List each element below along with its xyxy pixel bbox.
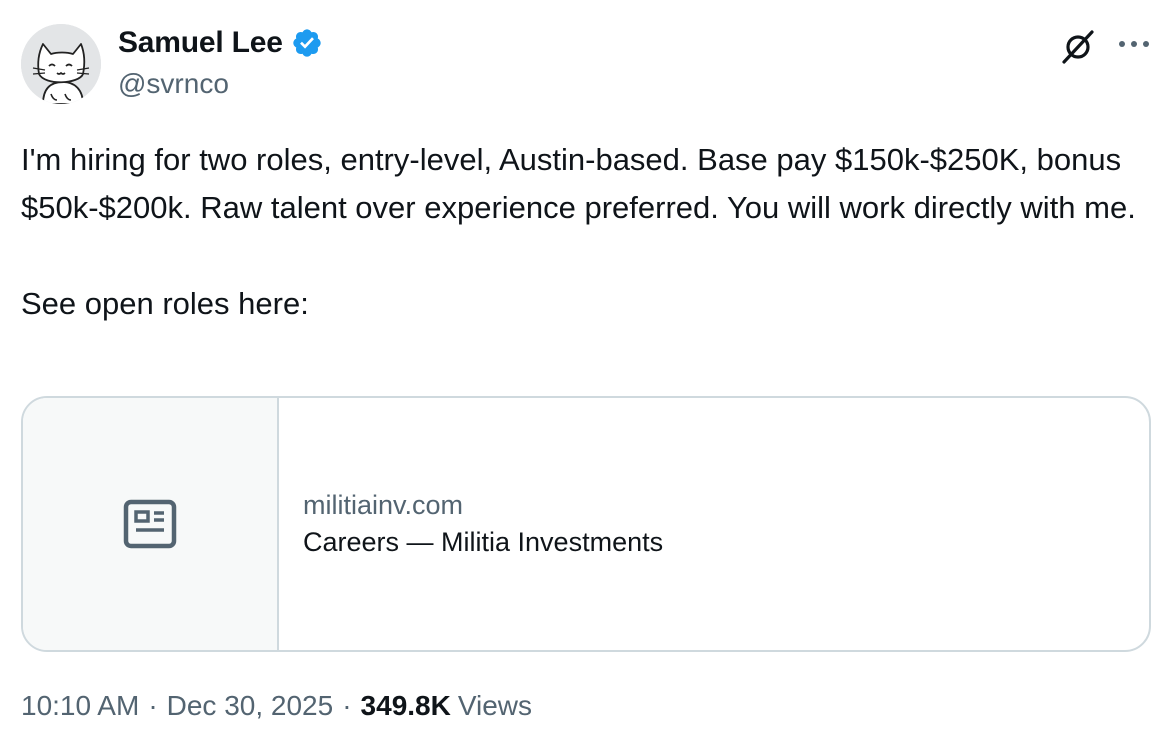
link-card-title: Careers — Militia Investments (303, 527, 664, 557)
views-count[interactable]: 349.8K (361, 690, 451, 722)
grok-icon[interactable] (1058, 26, 1098, 66)
meta-separator: · (342, 690, 352, 721)
tweet-text: I'm hiring for two roles, entry-level, A… (21, 136, 1141, 328)
author-name-row: Samuel Lee (118, 26, 323, 60)
avatar[interactable] (21, 24, 101, 104)
views-label[interactable]: Views (458, 690, 532, 722)
tweet-time[interactable]: 10:10 AM (21, 690, 139, 722)
link-preview-card[interactable]: militiainv.com Careers — Militia Investm… (21, 396, 1151, 652)
verified-badge-icon[interactable] (291, 27, 323, 59)
more-options-icon[interactable] (1114, 32, 1154, 56)
link-card-thumbnail (23, 398, 279, 650)
author-handle[interactable]: @svrnco (118, 68, 229, 100)
author-display-name[interactable]: Samuel Lee (118, 26, 283, 60)
tweet-paragraph: See open roles here: (21, 286, 309, 321)
meta-separator: · (148, 690, 158, 721)
link-card-text: militiainv.com Careers — Militia Investm… (279, 398, 663, 650)
link-card-domain: militiainv.com (303, 490, 464, 520)
tweet-date[interactable]: Dec 30, 2025 (167, 690, 334, 722)
cat-avatar-illustration (21, 24, 101, 104)
tweet-paragraph: I'm hiring for two roles, entry-level, A… (21, 142, 1136, 225)
tweet-meta: 10:10 AM · Dec 30, 2025 · 349.8K Views (21, 690, 532, 722)
article-icon (123, 499, 177, 549)
